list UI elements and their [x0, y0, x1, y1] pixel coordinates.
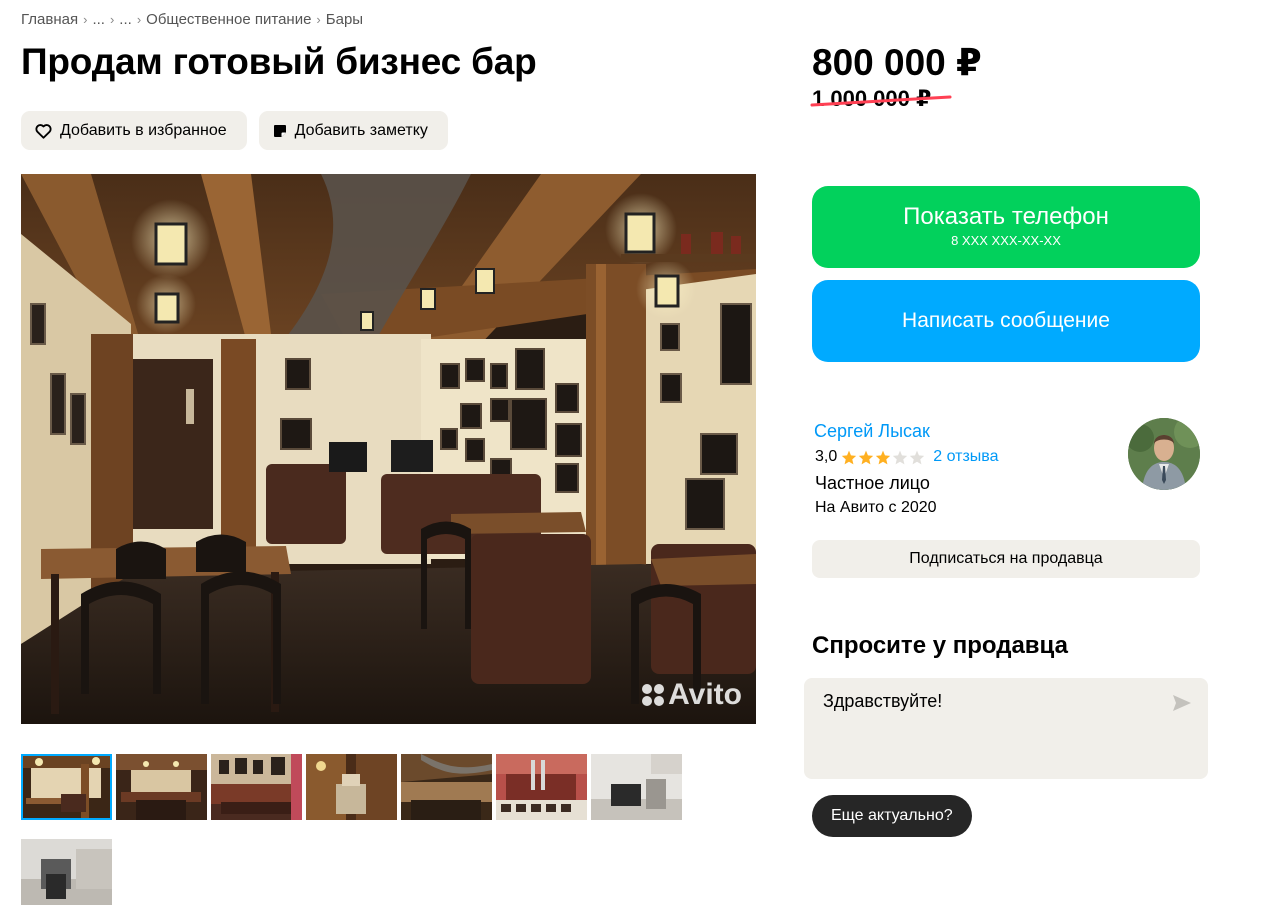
- still-relevant-button[interactable]: Еще актуально?: [812, 795, 972, 837]
- seller-rating: 3,0 2 отзыва: [815, 448, 999, 466]
- listing-title: Продам готовый бизнес бар: [21, 41, 537, 82]
- subscribe-seller-button[interactable]: Подписаться на продавца: [812, 540, 1200, 578]
- thumbnail-4[interactable]: [306, 754, 397, 820]
- listing-actions: Добавить в избранное Добавить заметку: [21, 111, 448, 150]
- price-strikethrough: [810, 95, 952, 107]
- show-phone-button[interactable]: Показать телефон 8 XXX XXX-XX-XX: [812, 186, 1200, 268]
- star-icon: [859, 450, 874, 464]
- price: 800 000 ₽: [812, 42, 982, 83]
- add-to-favorites-label: Добавить в избранное: [60, 121, 227, 139]
- write-message-button[interactable]: Написать сообщение: [812, 280, 1200, 362]
- seller-type: Частное лицо: [815, 473, 930, 493]
- thumbnail-2[interactable]: [116, 754, 207, 820]
- thumbnail-7[interactable]: [591, 754, 682, 820]
- still-relevant-label: Еще актуально?: [831, 807, 953, 824]
- breadcrumb-collapsed-1[interactable]: ...: [92, 11, 105, 28]
- phone-masked: 8 XXX XXX-XX-XX: [951, 233, 1061, 248]
- seller-name[interactable]: Сергей Лысак: [814, 421, 930, 442]
- show-phone-label: Показать телефон: [903, 203, 1109, 230]
- breadcrumb-separator: ›: [136, 12, 142, 27]
- ask-seller-input[interactable]: [823, 691, 1163, 761]
- ask-seller-title: Спросите у продавца: [812, 632, 1068, 659]
- main-photo[interactable]: Avito: [21, 174, 756, 724]
- add-to-favorites-button[interactable]: Добавить в избранное: [21, 111, 247, 150]
- breadcrumb-subcategory[interactable]: Бары: [326, 11, 363, 28]
- send-icon[interactable]: [1172, 694, 1192, 717]
- thumbnail-8[interactable]: [21, 839, 112, 905]
- note-icon: [273, 124, 287, 138]
- heart-icon: [35, 123, 52, 139]
- breadcrumb-collapsed-2[interactable]: ...: [119, 11, 132, 28]
- old-price: 1 000 000 ₽: [810, 86, 952, 112]
- thumbnail-3[interactable]: [211, 754, 302, 820]
- ask-seller-box: [804, 678, 1208, 779]
- reviews-link[interactable]: 2 отзыва: [933, 448, 998, 466]
- breadcrumb-separator: ›: [83, 12, 88, 27]
- star-icon: [910, 450, 925, 464]
- breadcrumb-category[interactable]: Общественное питание: [146, 11, 311, 28]
- star-icon: [842, 450, 857, 464]
- seller-since: На Авито с 2020: [815, 499, 937, 516]
- breadcrumb-home[interactable]: Главная: [21, 11, 78, 28]
- avito-watermark-text: Avito: [668, 678, 742, 711]
- rating-value: 3,0: [815, 448, 838, 465]
- add-note-button[interactable]: Добавить заметку: [258, 111, 448, 150]
- avito-watermark: Avito: [642, 678, 742, 712]
- subscribe-seller-label: Подписаться на продавца: [909, 550, 1103, 567]
- write-message-label: Написать сообщение: [902, 309, 1110, 332]
- seller-avatar[interactable]: [1128, 418, 1200, 490]
- avito-logo-icon: [642, 684, 665, 706]
- breadcrumb-separator: ›: [316, 12, 321, 27]
- rating-stars: [841, 450, 925, 465]
- star-icon: [876, 450, 891, 464]
- breadcrumb-separator: ›: [109, 12, 115, 27]
- star-icon: [893, 450, 908, 464]
- thumbnail-5[interactable]: [401, 754, 492, 820]
- photo-thumbnails: [21, 754, 701, 905]
- add-note-label: Добавить заметку: [294, 121, 428, 139]
- thumbnail-6[interactable]: [496, 754, 587, 820]
- thumbnail-1[interactable]: [21, 754, 112, 820]
- breadcrumb: Главная › ... › ... › Общественное питан…: [21, 11, 363, 28]
